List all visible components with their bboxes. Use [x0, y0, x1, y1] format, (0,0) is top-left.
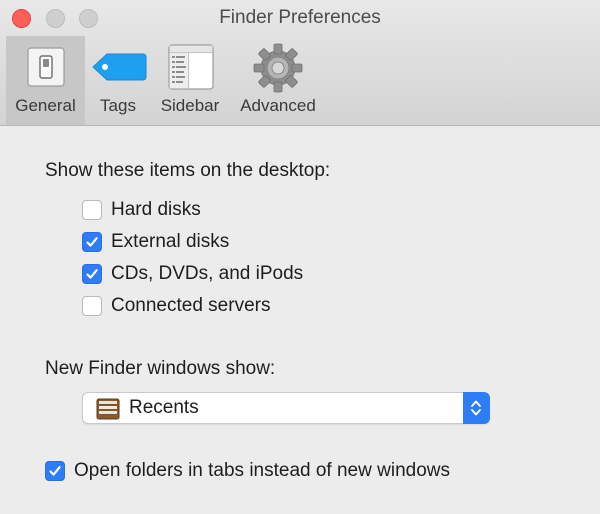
external-disks-option[interactable]: External disks	[82, 230, 229, 254]
hard-disks-option[interactable]: Hard disks	[82, 198, 201, 222]
checkmark-icon	[49, 466, 61, 476]
title-bar: Finder Preferences General Tags Sidebar …	[0, 0, 600, 126]
popup-stepper[interactable]	[463, 392, 490, 424]
tab-sidebar[interactable]: Sidebar	[154, 36, 226, 125]
chevron-up-down-icon	[471, 400, 481, 416]
tab-sidebar-label: Sidebar	[160, 96, 220, 115]
external-disks-checkbox[interactable]	[82, 232, 102, 252]
new-window-location-popup[interactable]: Recents	[82, 392, 490, 424]
desktop-items-heading: Show these items on the desktop:	[45, 160, 331, 181]
cds-dvds-ipods-label: CDs, DVDs, and iPods	[111, 263, 304, 284]
tag-icon	[92, 53, 147, 81]
tab-tags[interactable]: Tags	[88, 36, 148, 125]
cds-dvds-ipods-checkbox[interactable]	[82, 264, 102, 284]
connected-servers-label: Connected servers	[111, 295, 271, 316]
cds-dvds-ipods-option[interactable]: CDs, DVDs, and iPods	[82, 262, 303, 286]
tab-general-label: General	[15, 96, 76, 115]
tab-general[interactable]: General	[6, 36, 85, 125]
gear-icon	[253, 43, 303, 93]
hard-disks-label: Hard disks	[111, 199, 201, 220]
tab-tags-label: Tags	[100, 96, 136, 115]
switch-icon	[27, 47, 65, 87]
new-window-location-value: Recents	[129, 397, 199, 418]
tab-advanced[interactable]: Advanced	[233, 36, 323, 125]
open-in-tabs-option[interactable]: Open folders in tabs instead of new wind…	[45, 459, 450, 483]
hard-disks-checkbox[interactable]	[82, 200, 102, 220]
new-window-heading: New Finder windows show:	[45, 358, 276, 379]
window-title: Finder Preferences	[219, 7, 381, 28]
recents-cabinet-icon	[96, 398, 120, 420]
checkmark-icon	[86, 237, 98, 247]
tab-advanced-label: Advanced	[240, 96, 316, 115]
sidebar-icon	[168, 44, 214, 90]
connected-servers-checkbox[interactable]	[82, 296, 102, 316]
external-disks-label: External disks	[111, 231, 230, 252]
open-in-tabs-label: Open folders in tabs instead of new wind…	[74, 460, 450, 481]
checkmark-icon	[86, 269, 98, 279]
open-in-tabs-checkbox[interactable]	[45, 461, 65, 481]
finder-preferences-window: Finder Preferences General Tags Sidebar …	[0, 0, 600, 514]
connected-servers-option[interactable]: Connected servers	[82, 294, 270, 318]
